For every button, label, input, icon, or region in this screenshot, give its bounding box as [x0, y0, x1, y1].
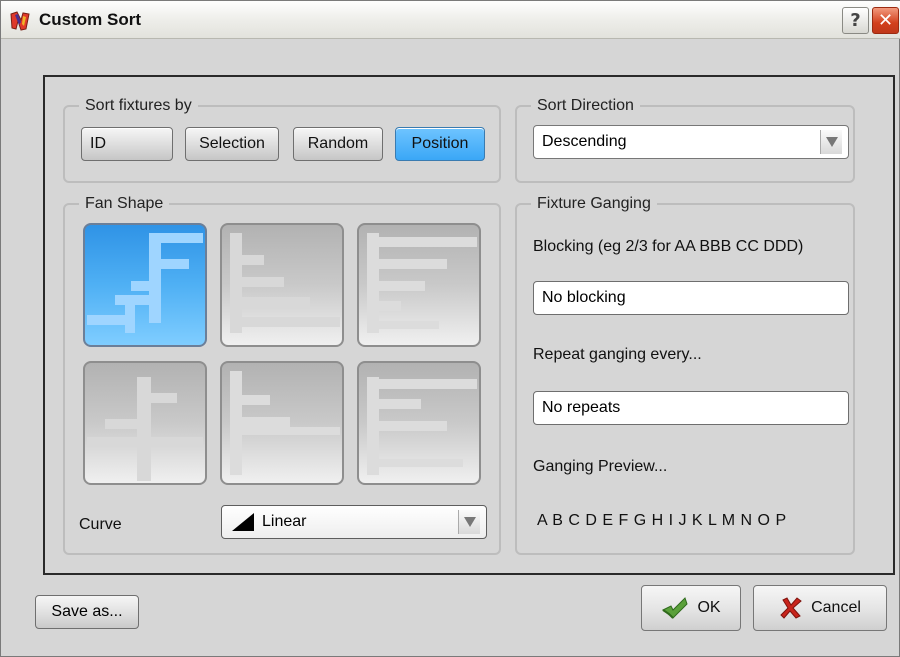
fan-shape-5-icon — [230, 371, 340, 475]
repeat-ganging-input[interactable]: No repeats — [533, 391, 849, 425]
fan-shape-3-icon — [367, 233, 477, 333]
sort-by-random-button[interactable]: Random — [293, 127, 383, 161]
sort-by-selection-button[interactable]: Selection — [185, 127, 279, 161]
cancel-x-icon — [780, 597, 802, 619]
fan-shape-1-icon — [87, 233, 203, 333]
main-panel: Sort fixtures by ID Selection Random Pos… — [43, 75, 895, 575]
close-button[interactable]: ✕ — [872, 7, 899, 34]
window-title: Custom Sort — [39, 10, 141, 29]
fan-shape-option-4[interactable] — [83, 361, 207, 485]
fixture-ganging-label: Fixture Ganging — [531, 194, 657, 214]
help-icon: ? — [850, 10, 861, 31]
sort-by-random-label: Random — [307, 135, 369, 152]
blocking-input[interactable]: No blocking — [533, 281, 849, 315]
fan-shape-option-5[interactable] — [220, 361, 344, 485]
chevron-down-icon — [458, 510, 480, 534]
sort-by-position-label: Position — [411, 135, 469, 152]
sort-by-id-button[interactable]: ID — [81, 127, 173, 161]
sort-direction-value: Descending — [542, 133, 627, 150]
blocking-value: No blocking — [542, 289, 626, 306]
sort-direction-label: Sort Direction — [531, 96, 640, 116]
fan-shape-option-2[interactable] — [220, 223, 344, 347]
curve-label: Curve — [79, 516, 122, 533]
close-icon: ✕ — [877, 10, 894, 31]
fan-shape-label: Fan Shape — [79, 194, 170, 214]
sort-direction-select[interactable]: Descending — [533, 125, 849, 159]
fan-shape-option-1[interactable] — [83, 223, 207, 347]
fan-shape-group: Fan Shape Curve Linear — [63, 194, 501, 555]
ok-check-icon — [662, 597, 689, 619]
custom-sort-dialog: Custom Sort ? ✕ Sort fixtures by ID Sele… — [0, 0, 900, 657]
repeat-ganging-label: Repeat ganging every... — [533, 346, 702, 363]
ok-button[interactable]: OK — [641, 585, 741, 631]
curve-value: Linear — [262, 513, 307, 530]
title-bar: Custom Sort ? ✕ — [1, 1, 900, 39]
fan-shape-4-icon — [87, 377, 203, 481]
fan-shape-option-6[interactable] — [357, 361, 481, 485]
save-as-button[interactable]: Save as... — [35, 595, 139, 629]
help-button[interactable]: ? — [842, 7, 869, 34]
app-logo-icon — [10, 11, 30, 31]
fan-shape-2-icon — [230, 233, 340, 333]
fan-shape-option-3[interactable] — [357, 223, 481, 347]
fixture-ganging-group: Fixture Ganging Blocking (eg 2/3 for AA … — [515, 194, 855, 555]
blocking-label: Blocking (eg 2/3 for AA BBB CC DDD) — [533, 238, 804, 255]
chevron-down-icon — [820, 130, 842, 154]
ganging-preview-value: A B C D E F G H I J K L M N O P — [537, 512, 787, 529]
sort-by-id-label: ID — [90, 135, 106, 152]
ok-label: OK — [697, 599, 721, 616]
sort-by-selection-label: Selection — [199, 135, 265, 152]
cancel-button[interactable]: Cancel — [753, 585, 887, 631]
sort-by-position-button[interactable]: Position — [395, 127, 485, 161]
linear-curve-icon — [232, 513, 254, 531]
cancel-label: Cancel — [811, 599, 861, 616]
repeat-ganging-value: No repeats — [542, 399, 621, 416]
curve-select[interactable]: Linear — [221, 505, 487, 539]
sort-direction-group: Sort Direction Descending — [515, 96, 855, 183]
sort-by-label: Sort fixtures by — [79, 96, 198, 116]
ganging-preview-label: Ganging Preview... — [533, 458, 668, 475]
fan-shape-6-icon — [367, 377, 477, 475]
save-as-label: Save as... — [51, 603, 123, 620]
sort-by-group: Sort fixtures by ID Selection Random Pos… — [63, 96, 501, 183]
